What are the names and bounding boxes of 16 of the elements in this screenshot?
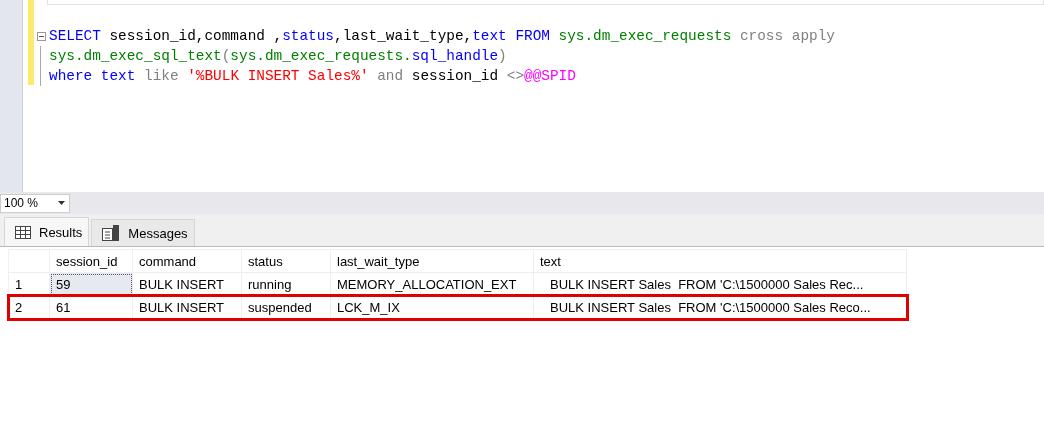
- column-header[interactable]: text: [533, 249, 907, 273]
- code-line: sys.dm_exec_sql_text(sys.dm_exec_requests.sql_handle): [48, 48, 507, 64]
- column-header[interactable]: status: [241, 249, 331, 273]
- column-header[interactable]: command: [132, 249, 242, 273]
- collapse-icon[interactable]: [36, 31, 46, 41]
- zoom-dropdown[interactable]: 100 %: [0, 193, 70, 213]
- results-tab[interactable]: Results: [4, 217, 90, 246]
- code-line: SELECT session_id,command ,status,last_wait_type,text FROM sys.dm_exec_requests cross apply: [48, 28, 835, 44]
- row-number: 1: [8, 272, 50, 296]
- grid-icon: [15, 225, 31, 239]
- messages-tab[interactable]: Messages: [91, 219, 195, 246]
- caret-icon: [58, 201, 65, 205]
- code-line: where text like '%BULK INSERT Sales%' and session_id <>@@SPID: [48, 68, 576, 84]
- column-header[interactable]: last_wait_type: [330, 249, 534, 273]
- document-icon: [102, 225, 121, 241]
- column-header[interactable]: session_id: [49, 249, 133, 273]
